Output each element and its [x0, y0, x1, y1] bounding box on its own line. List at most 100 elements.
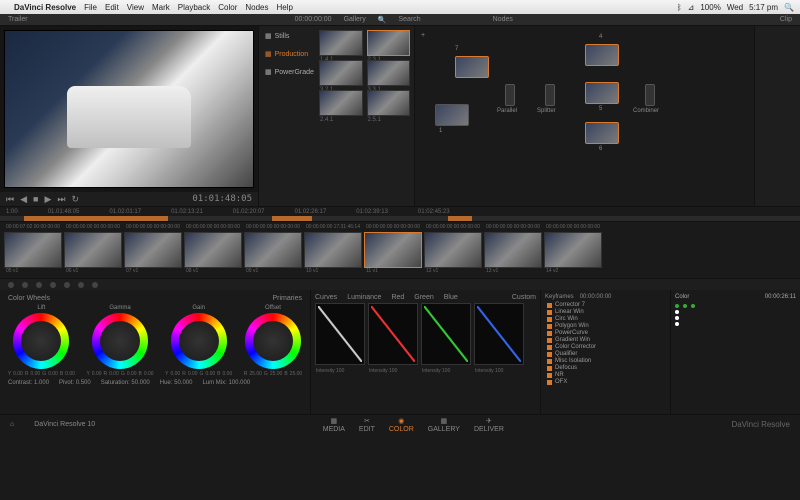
tool-icon[interactable] — [78, 282, 84, 288]
menu-view[interactable]: View — [127, 3, 144, 12]
curve-tab-red[interactable]: Red — [391, 294, 404, 301]
clip-thumb[interactable]: 00:00:00:0000:00:00:0007 v1 — [124, 224, 182, 276]
node-6[interactable] — [585, 122, 619, 144]
tab-primaries[interactable]: Primaries — [268, 294, 306, 303]
gallery-cat-production[interactable]: ▦Production — [263, 48, 311, 60]
step-back-icon[interactable]: ◀ — [20, 194, 27, 205]
search-icon[interactable]: 🔍 — [378, 16, 387, 24]
app-name[interactable]: DaVinci Resolve — [14, 3, 76, 12]
kf-item[interactable]: Linear Win — [545, 309, 666, 315]
clip-thumb[interactable]: 00:00:00:0000:00:00:0011 v1 — [364, 224, 422, 276]
clip-thumb[interactable]: 00:00:00:0000:00:00:0009 v1 — [244, 224, 302, 276]
clip-thumb[interactable]: 00:00:00:0000:00:00:0014 v2 — [544, 224, 602, 276]
wifi-icon[interactable]: ⊿ — [688, 3, 695, 12]
nodes-label: Nodes — [493, 16, 513, 23]
gallery-thumb[interactable]: 3.3.1 — [367, 60, 411, 86]
param-lummix[interactable]: Lum Mix: 100.000 — [202, 380, 250, 386]
node-4[interactable] — [585, 44, 619, 66]
menu-edit[interactable]: Edit — [105, 3, 119, 12]
curve-tab-green[interactable]: Green — [414, 294, 433, 301]
offset-wheel[interactable] — [245, 313, 301, 369]
clip-thumb[interactable]: 00:00:00:0000:00:00:0006 v1 — [64, 224, 122, 276]
gallery-thumb[interactable]: 2.5.1 — [367, 90, 411, 116]
timeline-bar[interactable] — [0, 216, 800, 222]
gain-wheel[interactable] — [171, 313, 227, 369]
kf-item[interactable]: Defocus — [545, 365, 666, 371]
page-gallery[interactable]: ▦GALLERY — [428, 417, 460, 433]
clip-thumb[interactable]: 00:00:00:0000:00:00:0008 v1 — [184, 224, 242, 276]
tool-icon[interactable] — [36, 282, 42, 288]
node-splitter[interactable] — [545, 84, 555, 106]
node-1[interactable] — [435, 104, 469, 126]
tab-color-wheels[interactable]: Color Wheels — [4, 294, 54, 303]
search-label[interactable]: Search — [398, 16, 420, 23]
menu-playback[interactable]: Playback — [178, 3, 210, 12]
curve-custom[interactable]: Custom — [512, 294, 536, 301]
curve-tab-blue[interactable]: Blue — [444, 294, 458, 301]
gallery-thumb[interactable]: 1.4.1 — [319, 30, 363, 56]
prev-clip-icon[interactable]: ⏮ — [6, 194, 14, 205]
tool-icon[interactable] — [22, 282, 28, 288]
tool-icon[interactable] — [64, 282, 70, 288]
tool-icon[interactable] — [92, 282, 98, 288]
gallery-thumb[interactable]: 2.3.1 — [367, 30, 411, 56]
menu-file[interactable]: File — [84, 3, 97, 12]
clip-thumb[interactable]: 00:00:00:0000:00:00:0013 v1 — [484, 224, 542, 276]
gallery-thumb[interactable]: 3.2.1 — [319, 60, 363, 86]
node-combiner[interactable] — [645, 84, 655, 106]
stop-icon[interactable]: ■ — [33, 194, 38, 204]
kf-item[interactable]: Corrector 7 — [545, 302, 666, 308]
menu-mark[interactable]: Mark — [152, 3, 170, 12]
param-hue[interactable]: Hue: 50.000 — [160, 380, 193, 386]
play-icon[interactable]: ▶ — [44, 194, 51, 205]
kf-item[interactable]: Polygon Win — [545, 323, 666, 329]
menu-help[interactable]: Help — [277, 3, 293, 12]
kf-item[interactable]: NR — [545, 372, 666, 378]
gamma-wheel[interactable] — [92, 313, 148, 369]
curve-red[interactable]: Intensity 100 — [368, 303, 418, 365]
kf-item[interactable]: PowerCurve — [545, 330, 666, 336]
kf-item[interactable]: Qualifier — [545, 351, 666, 357]
gallery-thumb[interactable]: 2.4.1 — [319, 90, 363, 116]
param-saturation[interactable]: Saturation: 50.000 — [101, 380, 150, 386]
timeline-ruler[interactable]: 1:00 01.01:48:05 01.02:01:17 01.02:13:21… — [0, 206, 800, 216]
gallery-panel: ▦Stills ▦Production ▦PowerGrade 1.4.1 2.… — [258, 26, 414, 206]
clip-thumb[interactable]: 00:00:07:0200:00:00:0005 v1 — [4, 224, 62, 276]
param-pivot[interactable]: Pivot: 0.500 — [59, 380, 91, 386]
kf-item[interactable]: Gradient Win — [545, 337, 666, 343]
curve-tab-lum[interactable]: Luminance — [347, 294, 381, 301]
gallery-cat-stills[interactable]: ▦Stills — [263, 30, 311, 42]
spotlight-icon[interactable]: 🔍 — [784, 3, 794, 12]
brand-label: DaVinci Resolve — [731, 420, 790, 429]
kf-item[interactable]: OFX — [545, 379, 666, 385]
gallery-cat-powergrade[interactable]: ▦PowerGrade — [263, 66, 311, 78]
nodes-panel[interactable]: + 7 1 Parallel Splitter 4 5 6 Combiner — [414, 26, 754, 206]
next-clip-icon[interactable]: ⏭ — [57, 194, 65, 205]
lift-wheel[interactable] — [13, 313, 69, 369]
clip-thumb[interactable]: 00:00:00:0000:00:00:0012 v1 — [424, 224, 482, 276]
curve-luminance[interactable]: Intensity 100 — [315, 303, 365, 365]
curve-green[interactable]: Intensity 100 — [421, 303, 471, 365]
clip-thumb[interactable]: 00:00:00:0017:31:46:1410 v1 — [304, 224, 362, 276]
viewer-image[interactable] — [4, 30, 254, 188]
node-5[interactable] — [585, 82, 619, 104]
tool-icon[interactable] — [8, 282, 14, 288]
param-contrast[interactable]: Contrast: 1.000 — [8, 380, 49, 386]
menu-color[interactable]: Color — [218, 3, 237, 12]
loop-icon[interactable]: ↻ — [72, 194, 80, 205]
home-icon[interactable]: ⌂ — [10, 421, 14, 428]
menu-nodes[interactable]: Nodes — [245, 3, 268, 12]
kf-item[interactable]: Color Corrector — [545, 344, 666, 350]
node-parallel[interactable] — [505, 84, 515, 106]
tool-icon[interactable] — [50, 282, 56, 288]
page-color[interactable]: ◉COLOR — [389, 417, 414, 433]
kf-item[interactable]: Circ Win — [545, 316, 666, 322]
curve-blue[interactable]: Intensity 100 — [474, 303, 524, 365]
kf-item[interactable]: Misc Isolation — [545, 358, 666, 364]
nodes-add-icon[interactable]: + — [421, 32, 425, 39]
page-deliver[interactable]: ✈DELIVER — [474, 417, 504, 433]
node-7[interactable] — [455, 56, 489, 78]
bluetooth-icon[interactable]: ᛒ — [677, 3, 682, 12]
page-edit[interactable]: ✂EDIT — [359, 417, 375, 433]
page-media[interactable]: ▦MEDIA — [323, 417, 345, 433]
